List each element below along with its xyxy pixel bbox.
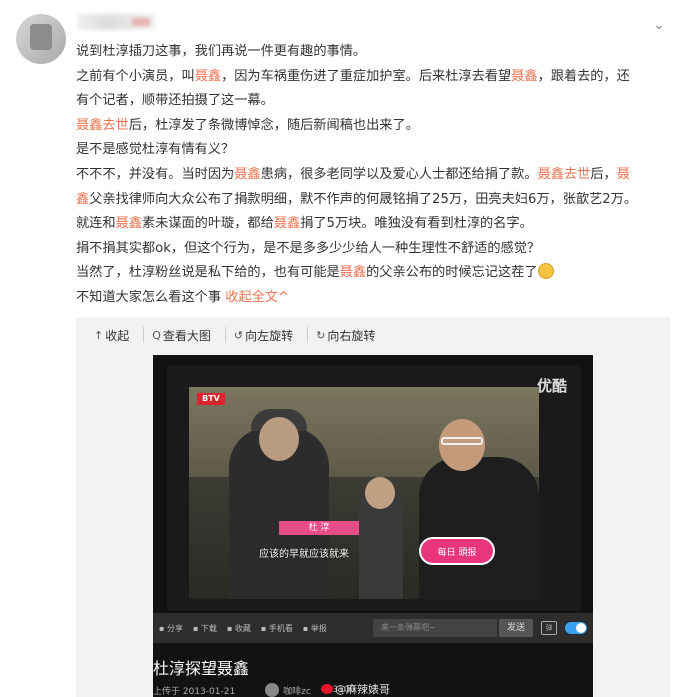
danmaku-icon[interactable]: 弹	[541, 621, 557, 635]
show-logo: 每日 頭报	[419, 537, 495, 565]
smile-emoji-icon	[537, 263, 554, 280]
highlight-keyword[interactable]: 聂鑫	[274, 216, 300, 231]
zoom-icon: Q	[152, 328, 161, 342]
video-control-1[interactable]: ▪ 下载	[193, 623, 217, 634]
channel-logo: BTV	[197, 393, 225, 405]
post-text-segment: 父亲找律师向大众公布了捐款明细，默不作声的何晟铭捐了25万，田亮夫妇6万，张歆艺…	[89, 191, 638, 207]
highlight-keyword[interactable]: 聂鑫去世	[76, 118, 129, 133]
name-caption: 杜 淳	[279, 521, 359, 535]
post-line: 之前有个小演员，叫聂鑫，因为车祸重伤进了重症加护室。后来杜淳去看望聂鑫，跟着去的…	[76, 65, 676, 90]
youku-logo: 优酷	[536, 377, 567, 395]
post-text-segment: 就连和	[76, 216, 116, 232]
post-text-segment: ，因为车祸重伤进了重症加护室。后来杜淳去看望	[221, 68, 512, 84]
highlight-keyword[interactable]: 聂鑫	[234, 167, 260, 182]
highlight-keyword[interactable]: 聂鑫	[116, 216, 142, 231]
post-text-segment: 后，	[590, 166, 617, 182]
video-control-bar: ▪ 分享 ▪ 下载 ▪ 收藏 ▪ 手机看 ▪ 举报 来一条弹幕吧~ 发送 弹	[153, 613, 593, 643]
post-text-segment: 有个记者，顺带还拍摄了这一幕。	[76, 93, 274, 109]
video-control-0[interactable]: ▪ 分享	[159, 623, 183, 634]
image-toolbar: ↑ 收起 Q 查看大图 ↺ 向左旋转 ↻ 向右旋转	[94, 327, 389, 343]
video-control-4[interactable]: ▪ 举报	[303, 623, 327, 634]
video-subtitle: 应该的早就应该就来	[259, 549, 349, 560]
post-text-segment: 说到杜淳插刀这事，我们再说一件更有趣的事情。	[76, 44, 367, 59]
media-panel: ↑ 收起 Q 查看大图 ↺ 向左旋转 ↻ 向右旋转 BTV 杜 淳 每日 頭报 应该的早就应该…	[76, 317, 670, 697]
tool-label: 收起	[105, 328, 130, 343]
post-text-segment: 之前有个小演员，叫	[76, 68, 195, 84]
rotate-left-icon: ↺	[233, 328, 244, 342]
highlight-keyword[interactable]: 聂鑫	[195, 69, 221, 84]
tool-label: 查看大图	[162, 328, 211, 343]
danmaku-toggle[interactable]	[565, 622, 587, 634]
tool-label: 向右旋转	[327, 328, 376, 343]
chevron-down-icon[interactable]: ⌄	[651, 17, 667, 33]
post-line: 有个记者，顺带还拍摄了这一幕。	[76, 89, 676, 114]
collapse-text-link[interactable]: 收起全文	[225, 290, 278, 305]
weibo-icon	[321, 684, 333, 694]
tool-collapse[interactable]: ↑ 收起	[94, 327, 129, 343]
post-text-segment: 不不不，并没有。当时因为	[76, 166, 235, 182]
highlight-keyword[interactable]: 聂鑫	[340, 265, 366, 280]
video-still: BTV 杜 淳 每日 頭报 应该的早就应该就来	[189, 387, 539, 599]
post-text-segment: 的父亲公布的时候忘记这茬了	[366, 265, 538, 281]
tool-rotate-right[interactable]: ↻ 向右旋转	[307, 327, 375, 343]
highlight-keyword[interactable]: 聂	[617, 167, 630, 182]
highlight-keyword[interactable]: 聂鑫	[511, 69, 537, 84]
post-line: 聂鑫去世后，杜淳发了条微博悼念，随后新闻稿也出来了。	[76, 114, 676, 139]
tool-rotate-left[interactable]: ↺ 向左旋转	[224, 327, 294, 343]
collapse-icon: ↑	[94, 328, 104, 342]
post-text-segment: 患病，很多老同学以及爱心人士都还给捐了款。	[260, 166, 538, 182]
post-line: 不知道大家怎么看这个事 收起全文^	[76, 286, 676, 311]
uploader-name[interactable]: 咖啡zc	[283, 684, 311, 697]
upload-date: 上传于 2013-01-21	[153, 686, 236, 697]
rotate-right-icon: ↻	[316, 328, 326, 342]
collapse-text-link[interactable]: ^	[278, 290, 289, 305]
post-text-segment: 不知道大家怎么看这个事	[76, 289, 226, 305]
highlight-keyword[interactable]: 鑫	[76, 192, 89, 207]
post-line: 捐不捐其实都ok，但这个行为，是不是多多少少给人一种生理性不舒适的感觉？	[76, 237, 676, 262]
video-title[interactable]: 杜淳探望聂鑫	[153, 655, 249, 679]
video-control-3[interactable]: ▪ 手机看	[261, 623, 293, 634]
tv-screen: BTV 杜 淳 每日 頭报 应该的早就应该就来 优酷	[167, 365, 581, 611]
highlight-keyword[interactable]: 聂鑫去世	[538, 167, 591, 182]
danmaku-input[interactable]: 来一条弹幕吧~	[373, 619, 497, 637]
post-text-segment: 捐了5万块。唯独没有看到杜淳的名字。	[300, 216, 533, 232]
post-line: 不不不，并没有。当时因为聂鑫患病，很多老同学以及爱心人士都还给捐了款。聂鑫去世后…	[76, 163, 676, 188]
post-line: 当然了，杜淳粉丝说是私下给的，也有可能是聂鑫的父亲公布的时候忘记这茬了	[76, 261, 676, 286]
post-line: 就连和聂鑫素未谋面的叶璇，都给聂鑫捐了5万块。唯独没有看到杜淳的名字。	[76, 212, 676, 237]
post-line: 鑫父亲找律师向大众公布了捐款明细，默不作声的何晟铭捐了25万，田亮夫妇6万，张歆…	[76, 188, 676, 213]
tool-label: 向左旋转	[245, 328, 294, 343]
post-text-segment: 是不是感觉杜淳有情有义？	[76, 142, 235, 158]
uploader-avatar[interactable]	[265, 683, 280, 697]
post-line: 是不是感觉杜淳有情有义？	[76, 138, 676, 163]
video-frame[interactable]: BTV 杜 淳 每日 頭报 应该的早就应该就来 优酷 ▪ 分享 ▪ 下载 ▪ 收藏 ▪…	[153, 355, 593, 697]
post-text-segment: 捐不捐其实都ok，但这个行为，是不是多多少少给人一种生理性不舒适的感觉？	[76, 240, 541, 256]
post-text-segment: 当然了，杜淳粉丝说是私下给的，也有可能是	[76, 265, 340, 281]
post-text-segment: 素未谋面的叶璇，都给	[141, 216, 274, 232]
send-button[interactable]: 发送	[499, 619, 533, 637]
avatar[interactable]	[16, 14, 66, 64]
post-text-segment: 后，杜淳发了条微博悼念，随后新闻稿也出来了。	[128, 117, 419, 133]
watermark: @麻辣婊哥	[321, 681, 390, 697]
video-control-2[interactable]: ▪ 收藏	[227, 623, 251, 634]
tool-zoom[interactable]: Q 查看大图	[143, 327, 211, 343]
post-text-segment: ，跟着去的，还	[537, 68, 630, 84]
post-text: 说到杜淳插刀这事，我们再说一件更有趣的事情。 之前有个小演员，叫聂鑫，因为车祸重伤…	[76, 40, 676, 311]
username-blurred[interactable]	[78, 14, 156, 30]
post-line: 说到杜淳插刀这事，我们再说一件更有趣的事情。	[76, 40, 676, 65]
